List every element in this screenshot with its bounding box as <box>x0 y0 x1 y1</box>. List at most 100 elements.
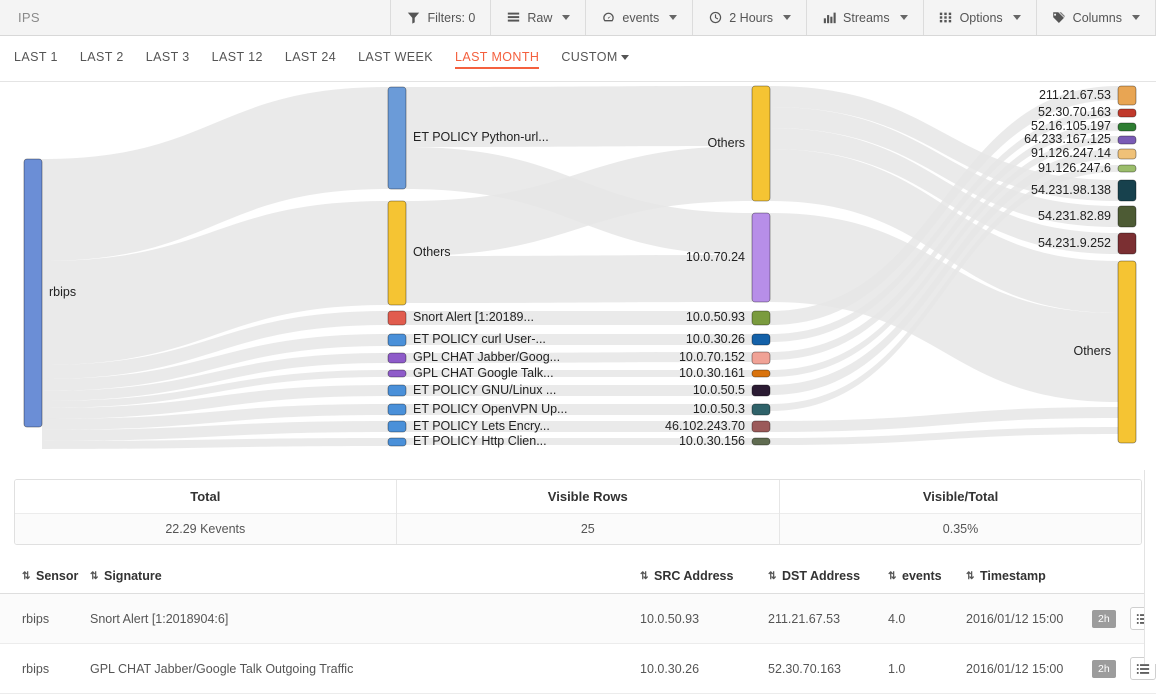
chevron-down-icon <box>1132 15 1140 20</box>
cell-dst-address: 211.21.67.53 <box>768 593 888 644</box>
table-header-src-address[interactable]: ⇅ SRC Address <box>640 559 768 594</box>
sankey-node[interactable] <box>751 85 771 202</box>
time-range-last-month[interactable]: LAST MONTH <box>454 50 540 69</box>
time-range-label: LAST 2 <box>79 49 124 64</box>
sankey-node[interactable] <box>387 310 407 326</box>
table-row[interactable]: rbips GPL CHAT Jabber/Google Talk Outgoin… <box>0 643 1156 694</box>
toolbar-button-label: Columns <box>1072 10 1122 25</box>
time-range-last-24[interactable]: LAST 24 <box>285 50 336 68</box>
time-range-last-2[interactable]: LAST 2 <box>80 50 124 68</box>
summary-value-row: 22.29 Kevents 25 0.35% <box>15 513 1141 544</box>
sankey-node-label: 54.231.98.138 <box>1031 182 1111 197</box>
toolbar-button-events[interactable]: events <box>585 0 693 35</box>
sankey-node-label: GPL CHAT Jabber/Goog... <box>413 350 561 364</box>
sankey-node[interactable] <box>387 369 407 378</box>
timestamp-text: 2016/01/12 15:00 <box>966 611 1064 626</box>
time-range-last-12[interactable]: LAST 12 <box>212 50 263 68</box>
sankey-node[interactable] <box>751 333 771 346</box>
toolbar-button-columns[interactable]: Columns <box>1035 0 1156 35</box>
sankey-links <box>42 86 1118 449</box>
cell-sensor: rbips <box>0 593 80 644</box>
table-header-events[interactable]: ⇅ events <box>888 559 966 594</box>
sankey-node[interactable] <box>1117 260 1137 444</box>
sankey-node[interactable] <box>751 369 771 378</box>
sankey-node[interactable] <box>387 352 407 364</box>
duration-badge[interactable]: 2h <box>1092 659 1116 678</box>
toolbar-button-label: Filters: 0 <box>427 10 476 25</box>
sankey-node[interactable] <box>387 403 407 416</box>
sankey-node[interactable] <box>1117 232 1137 255</box>
sankey-node[interactable] <box>387 200 407 306</box>
sankey-node[interactable] <box>751 420 771 433</box>
chevron-down-icon <box>620 54 629 60</box>
time-range-label: LAST 1 <box>14 49 58 64</box>
table-header-signature[interactable]: ⇅ Signature <box>80 559 640 594</box>
toolbar-button-label: events <box>622 10 660 25</box>
sort-icon: ⇅ <box>640 571 649 582</box>
sankey-node-label: ET POLICY GNU/Linux ... <box>413 382 557 397</box>
toolbar-button-raw[interactable]: Raw <box>490 0 586 35</box>
toolbar-button-label: Streams <box>843 10 890 25</box>
sankey-node-label: 10.0.30.26 <box>685 331 745 346</box>
table-row[interactable]: rbips Snort Alert [1:2018904:6] 10.0.50.93… <box>0 593 1156 644</box>
toolbar-button-2-hours[interactable]: 2 Hours <box>692 0 807 35</box>
sankey-node[interactable] <box>751 310 771 326</box>
toolbar-button-options[interactable]: Options <box>922 0 1036 35</box>
sankey-node[interactable] <box>1117 164 1137 173</box>
cell-dst-address: 52.30.70.163 <box>768 643 888 694</box>
sankey-node[interactable] <box>751 351 771 365</box>
sankey-node[interactable] <box>1117 135 1137 145</box>
sankey-node-label: 46.102.243.70 <box>665 418 745 433</box>
sankey-node-label: GPL CHAT Google Talk... <box>413 365 554 380</box>
grid-icon <box>939 11 953 25</box>
sankey-node[interactable] <box>1117 179 1137 202</box>
sankey-node-label: Others <box>707 135 745 150</box>
table-header-timestamp[interactable]: ⇅ Timestamp <box>966 559 1086 594</box>
sankey-node[interactable] <box>751 384 771 397</box>
time-range-tabs: LAST 1 LAST 2 LAST 3 LAST 12 LAST 24 LAST WEE… <box>0 36 1156 82</box>
vertical-scrollbar[interactable] <box>1144 470 1156 664</box>
sankey-node[interactable] <box>1117 108 1137 118</box>
sankey-node[interactable] <box>387 420 407 433</box>
toolbar-button-label: 2 Hours <box>729 10 774 25</box>
duration-badge[interactable]: 2h <box>1092 609 1116 628</box>
chevron-down-icon <box>783 15 792 20</box>
sankey-node[interactable] <box>387 384 407 397</box>
sankey-node-label: 10.0.50.93 <box>685 310 745 324</box>
tag-icon <box>1052 11 1066 25</box>
time-range-last-1[interactable]: LAST 1 <box>14 50 58 68</box>
sankey-node[interactable] <box>387 86 407 190</box>
sankey-node[interactable] <box>1117 148 1137 160</box>
sankey-node[interactable] <box>23 158 43 428</box>
sankey-node[interactable] <box>751 437 771 446</box>
table-header-label: Signature <box>104 569 162 583</box>
sankey-node-label: ET POLICY Python-url... <box>413 130 549 144</box>
sankey-diagram: rbips ET POLICY Python-url... Others Snort … <box>0 82 1156 467</box>
time-range-label: LAST 3 <box>145 49 190 64</box>
toolbar-button-filters-0[interactable]: Filters: 0 <box>390 0 491 35</box>
sankey-node[interactable] <box>751 212 771 303</box>
sort-icon: ⇅ <box>22 571 31 582</box>
table-header-sensor[interactable]: ⇅ Sensor <box>0 559 80 594</box>
sankey-node[interactable] <box>387 437 407 447</box>
sankey-node[interactable] <box>1117 85 1137 106</box>
sort-icon: ⇅ <box>768 571 777 582</box>
table-header-dst-address[interactable]: ⇅ DST Address <box>768 559 888 594</box>
summary-value-visible-rows: 25 <box>396 513 781 544</box>
summary-header-visible-total: Visible/Total <box>779 480 1141 514</box>
sankey-node-label: 64.233.167.125 <box>1024 132 1111 146</box>
time-range-last-week[interactable]: LAST WEEK <box>358 50 433 68</box>
time-range-custom[interactable]: CUSTOM <box>561 50 629 68</box>
time-range-last-3[interactable]: LAST 3 <box>146 50 190 68</box>
toolbar-button-streams[interactable]: Streams <box>806 0 923 35</box>
sankey-node[interactable] <box>387 333 407 347</box>
sankey-node-label: Snort Alert [1:20189... <box>413 310 534 324</box>
sankey-node-label: 211.21.67.53 <box>1038 87 1111 102</box>
summary-header-total: Total <box>15 480 397 514</box>
sankey-node[interactable] <box>751 403 771 416</box>
sankey-node[interactable] <box>1117 122 1137 132</box>
sankey-node[interactable] <box>1117 205 1137 228</box>
sankey-node-label: rbips <box>49 285 77 299</box>
events-table-element: ⇅ Sensor ⇅ Signature ⇅ SRC Address ⇅ DST Addres… <box>0 559 1156 694</box>
summary-value-visible-total: 0.35% <box>779 513 1141 544</box>
